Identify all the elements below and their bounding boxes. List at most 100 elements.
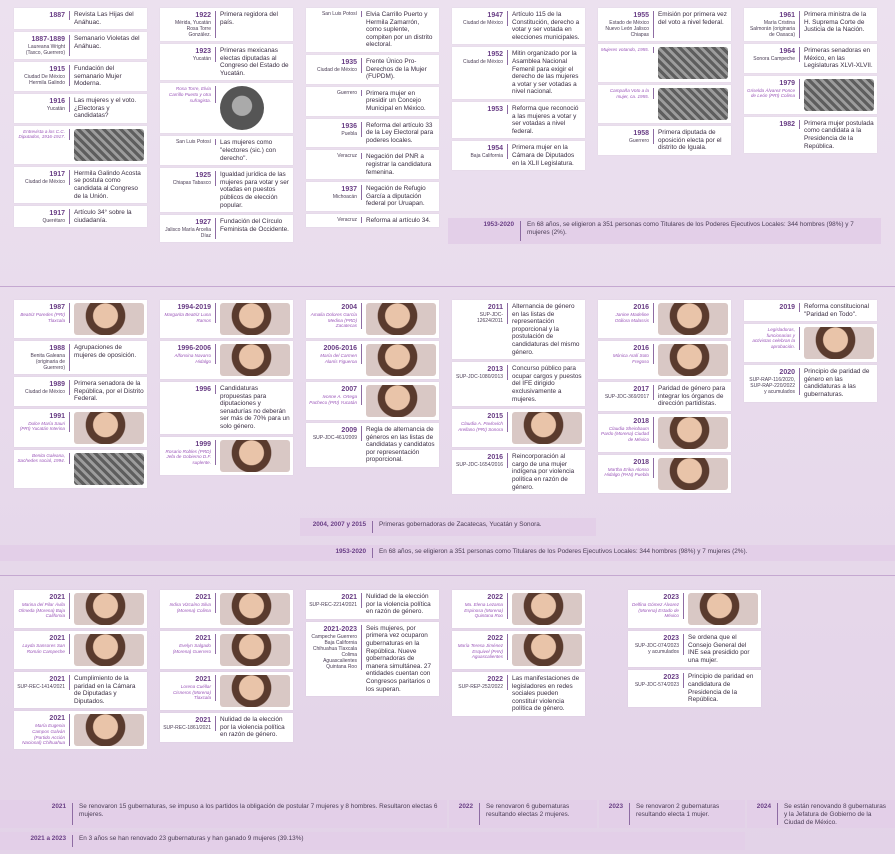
entry-place: Chiapas Tabasco <box>172 180 211 187</box>
portrait-photo <box>658 416 728 449</box>
entry-year: 2013 <box>487 366 503 374</box>
entry-place: Estado de México Nuevo León Jalisco Chia… <box>605 20 649 38</box>
s1-col5: 1955 Estado de México Nuevo León Jalisco … <box>598 8 731 158</box>
band-years: 2022 <box>455 803 480 825</box>
timeline-entry: 1955 Estado de México Nuevo León Jalisco … <box>598 8 731 41</box>
entry-text: Reforma del artículo 33 de la Ley Electo… <box>366 121 434 144</box>
entry-year: 2022 <box>487 676 503 683</box>
portrait-photo <box>220 675 290 707</box>
photo-caption: Rosario Robles (PRD) Jefa de Gobierno D.… <box>165 448 211 465</box>
photo-caption: Campaña Voto a la mujer, ca. 1955. <box>609 88 649 99</box>
entry-meta: 2021 SUP-REC-1414/2021 <box>17 675 70 690</box>
band-text: Primeras gobernadoras de Zacatecas, Yuca… <box>379 521 542 528</box>
timeline-entry: 1927 Jalisco María Arcelia Díaz Fundación … <box>160 215 293 243</box>
portrait-photo <box>366 303 436 335</box>
photo-caption: Mónica Aralí Soto Fregoso <box>612 353 649 364</box>
entry-meta: 1936 Puebla <box>309 121 362 137</box>
photo-caption: Ma. Elena Lezama Espinosa (Morena) Quint… <box>464 602 503 619</box>
photo-caption: Janine Madeline Otálora Malassis <box>614 312 649 323</box>
entry-place: Yucatán <box>46 105 65 112</box>
entry-year: 2011 <box>487 304 503 311</box>
entry-meta: 1964 Sonora Campeche <box>747 47 800 62</box>
timeline-entry: 2007 Ivonne A. Ortega Pacheco (PRI) Yucat… <box>306 382 439 420</box>
entry-meta: 1979 Griselda Álvarez Ponce de León (PRI)… <box>747 78 800 99</box>
entry-year: 1922 <box>195 12 211 19</box>
entry-meta: 2022 SUP-REP-252/2022 <box>455 675 508 690</box>
entry-place: Ciudad De México Hermila Galindo <box>24 74 65 87</box>
timeline-entry: 1988 Benita Galeana (originaria de Guerre… <box>14 341 147 374</box>
entry-year: 2015 <box>487 413 503 421</box>
timeline-entry: 2021 SUP-REC-1861/2021 Nulidad de la elecc… <box>160 713 293 742</box>
timeline-entry: Entrevista a los C.C. Diputados, 1916-19… <box>14 125 147 164</box>
portrait-photo <box>220 634 290 666</box>
s1-col2: 1922 Mérida, Yucatán Rosa Torre González.… <box>160 8 293 245</box>
photo-caption: Claudia A. Pavlovich Arellano (PRI) Sono… <box>458 421 503 432</box>
entry-meta: 2021-2023 Campeche Guerrero Baja Californ… <box>309 624 362 670</box>
s3-band-2022: 2022 Se renovaron 6 gubernaturas resulta… <box>449 800 597 828</box>
photo-caption: Alfonsina Navarro Hidalgo <box>174 353 211 364</box>
entry-text: Fundación del Círculo Feminista de Occid… <box>220 218 289 233</box>
band-years: 2021 <box>6 803 73 825</box>
photo-caption: María del Carmen Alanís Figueroa <box>320 353 357 364</box>
entry-year: 1999 <box>195 440 211 448</box>
timeline-entry: 2021 SUP-REC-2214/2021 Nulidad de la elecc… <box>306 590 439 619</box>
entry-text: Principio de paridad de género en las ca… <box>804 368 870 398</box>
timeline-entry: Guerrero Primera mujer en presidir un Con… <box>306 86 439 116</box>
entry-year: 1955 <box>633 12 649 19</box>
timeline-entry: 2016 Janine Madeline Otálora Malassis <box>598 300 731 338</box>
entry-year: 2021 <box>49 635 65 642</box>
section-divider <box>0 286 895 287</box>
photo-caption: María Teresa Jiménez Esquivel (PAN) Agua… <box>457 643 503 660</box>
photo-caption: Evelyn Salgado (Morena) Guerrero <box>172 643 211 654</box>
entry-year: 1958 <box>633 130 649 137</box>
entry-meta: Rosa Torre, Elvia Carrillo Puerto y otra… <box>163 86 216 104</box>
entry-meta: 1953 <box>455 104 508 114</box>
entry-meta: 1996 <box>163 385 216 394</box>
entry-meta: 2023 SUP-JDC-574/2023 <box>631 673 684 689</box>
entry-place: Michoacán <box>332 194 357 201</box>
entry-place: Querétaro <box>42 218 65 225</box>
entry-place: SUP-REP-252/2022 <box>458 684 503 690</box>
portrait-photo <box>74 714 144 747</box>
band-text: Se renovaron 15 gubernaturas, se impuso … <box>79 803 438 818</box>
entry-place: Puebla <box>341 130 357 137</box>
photo-caption: Griselda Álvarez Ponce de León (PRI) Col… <box>747 87 796 99</box>
entry-meta: Benita Galeana, Sachedes social, 1994. <box>17 452 70 464</box>
timeline-entry: San Luis Potosí Elvia Carrillo Puerto y H… <box>306 8 439 52</box>
entry-year: 1923 <box>195 48 211 55</box>
entry-text: Primeras senadoras en México, en las Leg… <box>804 47 873 70</box>
portrait-photo <box>220 593 290 625</box>
band-years: 2004, 2007 y 2015 <box>306 521 373 533</box>
entry-year: 1917 <box>49 210 65 218</box>
timeline-entry: 2021 María Eugenia Campos Galván (Partido… <box>14 711 147 750</box>
entry-year: 1927 <box>195 219 211 227</box>
entry-text: Nulidad de la elección por la violencia … <box>366 593 431 616</box>
entry-meta: 1937 Michoacán <box>309 185 362 201</box>
portrait-photo <box>512 593 582 625</box>
photo-caption: Lorena Cuéllar Cisneros (Morena) Tlaxcal… <box>172 684 211 701</box>
entry-year: 2007 <box>341 386 357 393</box>
entry-year: 2021 <box>49 715 65 723</box>
s3-col2: 2021 Indira Vizcaíno Silva (Morena) Colim… <box>160 590 293 745</box>
entry-place: Jalisco María Arcelia Díaz <box>165 227 211 240</box>
timeline-entry: 1925 Chiapas Tabasco Igualdad jurídica de … <box>160 168 293 213</box>
entry-meta: 1923 Yucatán <box>163 47 216 62</box>
entry-year: 1989 <box>49 381 65 388</box>
entry-place: SUP-REC-1861/2021 <box>163 725 211 731</box>
entry-meta: 2021 Evelyn Salgado (Morena) Guerrero <box>163 634 216 655</box>
entry-text: Regla de alternancia de géneros en las l… <box>366 426 435 464</box>
entry-meta: 1916 Yucatán <box>17 96 70 112</box>
timeline-entry: 1937 Michoacán Negación de Refugio García … <box>306 182 439 211</box>
entry-meta: Mujeres votando, 1955. <box>601 47 654 53</box>
entry-place: San Luis Potosí <box>321 11 357 17</box>
portrait-photo <box>804 327 874 360</box>
timeline-entry: 1979 Griselda Álvarez Ponce de León (PRI)… <box>744 75 877 114</box>
entry-meta: 2018 Claudia Sheinbaum Pardo (Morena) Ciu… <box>601 416 654 443</box>
s3-band-2023: 2023 Se renovaron 2 gubernaturas resulta… <box>599 800 745 828</box>
photo-caption: Mujeres votando, 1955. <box>601 47 650 52</box>
timeline-entry: 1917 Querétaro Artículo 34° sobre la ciuda… <box>14 206 147 228</box>
entry-year: 1925 <box>195 172 211 180</box>
entry-year: 1979 <box>779 79 795 87</box>
entry-year: 2021 <box>195 676 211 683</box>
entry-meta: Veracruz <box>309 153 362 160</box>
